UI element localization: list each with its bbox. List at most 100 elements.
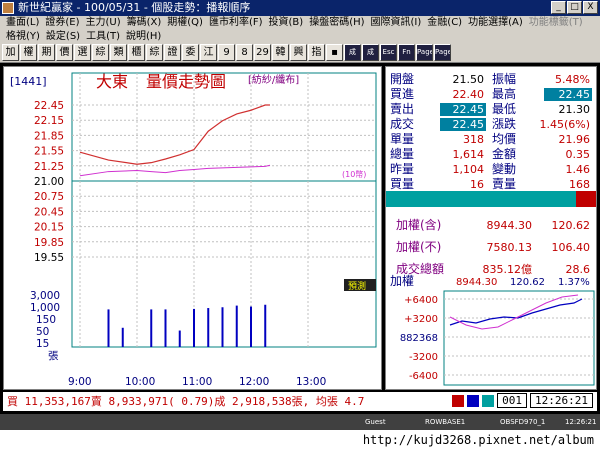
price-tick-label: 20.75 — [34, 191, 64, 203]
color-strip — [386, 191, 596, 207]
toolbar-button[interactable]: 價 — [56, 44, 73, 61]
red-swatch[interactable] — [452, 394, 465, 407]
submenu-item[interactable]: 格視(Y) — [6, 31, 40, 42]
toolbar-button[interactable]: Page — [416, 44, 433, 61]
toolbar-button[interactable]: Fn — [398, 44, 415, 61]
price-tick-label: 22.15 — [34, 115, 64, 127]
quote-label: 最高 — [492, 86, 516, 101]
blue-swatch[interactable] — [467, 394, 480, 407]
toolbar-button[interactable]: 期 — [38, 44, 55, 61]
menu-item[interactable]: 投資(B) — [269, 17, 304, 28]
toolbar-button[interactable]: 韓 — [272, 44, 289, 61]
quote-label: 買量 — [390, 177, 414, 191]
quote-value: 1.45(6%) — [539, 118, 590, 131]
stock-category: [紡紗/纖布] — [248, 73, 299, 86]
index-value: 8944.30 — [487, 219, 533, 232]
avg-price-label: (10幣) — [342, 169, 366, 179]
toolbar-button[interactable]: 29 — [254, 44, 271, 61]
toolbar-button[interactable]: 綜 — [92, 44, 109, 61]
trade-summary: 買 11,353,167賣 8,933,971( 0.79)成 2,918,53… — [3, 392, 597, 411]
menu-item[interactable]: 金融(C) — [427, 17, 462, 28]
menu-item[interactable]: 功能標籤(T) — [529, 17, 583, 28]
stock-code: [1441] — [10, 75, 47, 88]
quote-label: 最低 — [492, 102, 516, 116]
window-controls: _ □ X — [551, 1, 598, 14]
toolbar-button[interactable]: 江 — [200, 44, 217, 61]
color-strip-end — [576, 191, 596, 207]
toolbar-button[interactable]: 指 — [308, 44, 325, 61]
quote-label: 均價 — [492, 132, 516, 146]
toolbar-button[interactable]: 委 — [182, 44, 199, 61]
price-tick-label: 21.00 — [34, 176, 64, 188]
toolbar-button[interactable]: ▪ — [326, 44, 343, 61]
submenu-item[interactable]: 說明(H) — [126, 31, 161, 42]
toolbar-button[interactable]: 加 — [2, 44, 19, 61]
submenu-item[interactable]: 設定(S) — [46, 31, 80, 42]
toolbar-button[interactable]: 興 — [290, 44, 307, 61]
quote-label: 賣出 — [390, 101, 414, 116]
maximize-button[interactable]: □ — [567, 1, 582, 14]
cyan-swatch[interactable] — [482, 394, 495, 407]
plot-frame — [71, 72, 377, 348]
price-tick-label: 21.25 — [34, 161, 64, 173]
mini-axis-label: -6400 — [409, 371, 438, 382]
menu-item[interactable]: 匯市利率(F) — [209, 17, 263, 28]
mini-volume-line — [449, 294, 579, 330]
menu-item[interactable]: 畫面(L) — [6, 17, 39, 28]
status-server: ROWBASE1 — [425, 418, 466, 426]
quote-value: 21.50 — [453, 73, 485, 86]
quote-label: 昨量 — [390, 162, 414, 176]
toolbar-button[interactable]: Esc — [380, 44, 397, 61]
index-change: 28.6 — [566, 263, 591, 276]
minimize-button[interactable]: _ — [551, 1, 566, 14]
close-button[interactable]: X — [583, 1, 598, 14]
status-feed: OBSFD970_1 — [500, 418, 546, 426]
quote-value: 0.35 — [566, 148, 591, 161]
toolbar-button[interactable]: 櫃 — [128, 44, 145, 61]
toolbar-button[interactable]: 類 — [110, 44, 127, 61]
toolbar-button[interactable]: 證 — [164, 44, 181, 61]
index-label: 加權(含) — [396, 217, 441, 232]
menu-item[interactable]: 籌碼(X) — [127, 17, 162, 28]
toolbar-button[interactable]: 成 — [344, 44, 361, 61]
index-change: 120.62 — [552, 219, 591, 232]
mini-chart-frame — [443, 290, 595, 386]
menu-item[interactable]: 功能選擇(A) — [468, 17, 523, 28]
quote-value: 1,104 — [453, 163, 485, 176]
mini-index-value: 8944.30 — [456, 277, 497, 288]
toolbar-button[interactable]: 成 — [362, 44, 379, 61]
clock-display: 12:26:21 — [530, 393, 593, 408]
toolbar-button[interactable]: 權 — [20, 44, 37, 61]
quote-label: 變動 — [492, 161, 516, 176]
page-input[interactable]: 001 — [497, 393, 528, 408]
mini-axis-label: +6400 — [404, 295, 438, 306]
quote-value: 21.30 — [559, 103, 591, 116]
chart-title: 量價走勢圖 — [146, 72, 226, 91]
title-bar: 新世紀贏家 - 100/05/31 - 個股走勢：播報順序 _ □ X — [0, 0, 600, 16]
time-tick-label: 9:00 — [68, 376, 92, 388]
menu-item[interactable]: 期權(Q) — [167, 17, 203, 28]
toolbar-button[interactable]: 8 — [236, 44, 253, 61]
price-line-0 — [79, 104, 270, 165]
chart-pane: [1441] 大東 量價走勢圖 [紡紗/纖布] 22.45 22.15 21.85 21.55… — [3, 66, 382, 390]
price-tick-label: 19.55 — [34, 252, 64, 264]
window-title: 新世紀贏家 - 100/05/31 - 個股走勢：播報順序 — [18, 1, 251, 14]
quote-value: 5.48% — [555, 73, 590, 86]
sub-menu-bar: 格視(Y) 設定(S) 工具(T) 說明(H) — [0, 30, 600, 43]
predict-label: 預測 — [348, 280, 366, 292]
time-tick-label: 10:00 — [125, 376, 155, 388]
menu-item[interactable]: 操盤密碼(H) — [309, 17, 364, 28]
toolbar-button[interactable]: 9 — [218, 44, 235, 61]
toolbar-button[interactable]: 綜 — [146, 44, 163, 61]
app-icon — [2, 2, 14, 14]
menu-item[interactable]: 證券(E) — [45, 17, 79, 28]
volume-tick-label: 50 — [36, 326, 49, 338]
volume-tick-label: 150 — [36, 314, 56, 326]
submenu-item[interactable]: 工具(T) — [86, 31, 120, 42]
menu-item[interactable]: 主力(U) — [86, 17, 121, 28]
toolbar-button[interactable]: 選 — [74, 44, 91, 61]
menu-item[interactable]: 國際資訊(I) — [371, 17, 422, 28]
quote-value: 21.96 — [559, 133, 591, 146]
toolbar-button[interactable]: Page — [434, 44, 451, 61]
quote-value: 168 — [569, 178, 590, 191]
